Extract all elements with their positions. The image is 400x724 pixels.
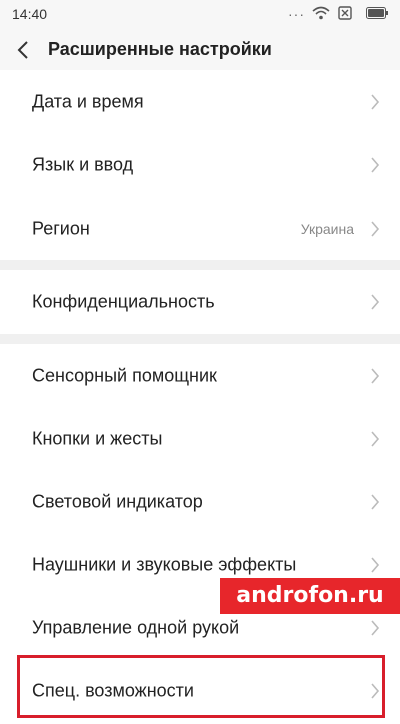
settings-item-led-indicator[interactable]: Световой индикатор	[0, 470, 400, 533]
chevron-right-icon	[371, 156, 380, 173]
highlight-frame	[17, 655, 385, 718]
chevron-right-icon	[371, 619, 380, 636]
section-divider	[0, 334, 400, 344]
settings-item-label: Регион	[32, 218, 90, 238]
page-title: Расширенные настройки	[48, 39, 272, 59]
settings-item-value: Украина	[300, 220, 354, 237]
settings-item-language-input[interactable]: Язык и ввод	[0, 133, 400, 196]
settings-item-buttons-gestures[interactable]: Кнопки и жесты	[0, 407, 400, 470]
watermark: androfon.ru	[220, 578, 400, 614]
settings-item-label: Кнопки и жесты	[32, 428, 163, 448]
chevron-right-icon	[371, 493, 380, 510]
chevron-left-icon[interactable]	[12, 38, 36, 62]
settings-item-label: Сенсорный помощник	[32, 365, 217, 385]
status-dots: ···	[288, 6, 305, 22]
header: Расширенные настройки	[0, 30, 400, 70]
chevron-right-icon	[371, 220, 380, 237]
settings-item-region[interactable]: Регион Украина	[0, 197, 400, 260]
battery-icon	[366, 7, 388, 19]
settings-item-label: Управление одной рукой	[32, 617, 240, 637]
wifi-icon	[312, 6, 330, 20]
settings-item-label: Наушники и звуковые эффекты	[32, 554, 297, 574]
no-sim-icon	[338, 6, 352, 20]
settings-item-date-time[interactable]: Дата и время	[0, 70, 400, 133]
chevron-right-icon	[371, 367, 380, 384]
status-time: 14:40	[12, 6, 48, 22]
chevron-right-icon	[371, 93, 380, 110]
settings-item-label: Световой индикатор	[32, 491, 203, 511]
settings-section-datetime: Дата и время Язык и ввод Регион Украина	[0, 70, 400, 260]
settings-item-label: Язык и ввод	[32, 154, 134, 174]
settings-item-label: Дата и время	[32, 91, 144, 111]
status-bar: 14:40 ···	[0, 0, 400, 30]
section-divider	[0, 260, 400, 270]
settings-item-touch-assistant[interactable]: Сенсорный помощник	[0, 344, 400, 407]
settings-item-privacy[interactable]: Конфиденциальность	[0, 270, 400, 333]
chevron-right-icon	[371, 293, 380, 310]
chevron-right-icon	[371, 556, 380, 573]
chevron-right-icon	[371, 430, 380, 447]
settings-item-label: Конфиденциальность	[32, 291, 215, 311]
settings-section-privacy: Конфиденциальность	[0, 270, 400, 334]
